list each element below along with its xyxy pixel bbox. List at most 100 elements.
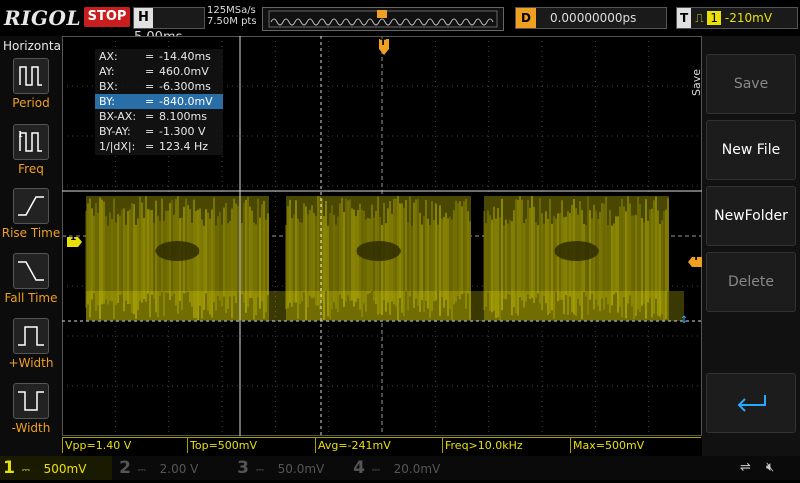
channel4-status[interactable]: 4 ⎓ 20.0mV	[350, 456, 462, 480]
period-label: Period	[12, 96, 50, 110]
cursor-value: 123.4 Hz	[159, 140, 209, 153]
cursor-value: -14.40ms	[159, 50, 211, 63]
channel3-status[interactable]: 3 ⎓ 50.0mV	[234, 456, 346, 480]
enter-return-icon	[737, 395, 766, 412]
cursor-key: BX-AX:	[99, 110, 137, 123]
enter-button[interactable]	[706, 373, 796, 433]
negative-width-label: -Width	[11, 421, 51, 435]
channel-status-bar: 1 ⎓ 500mV 2 ⎓ 2.00 V 3 ⎓ 50.0mV 4 ⎓ 20.0…	[0, 456, 800, 480]
measurement-freq[interactable]: Freq>10.0kHz	[442, 437, 570, 453]
cursor-equals: =	[145, 50, 155, 63]
channel4-scale: 20.0mV	[393, 462, 441, 476]
new-file-button[interactable]: New File	[706, 120, 796, 180]
measure-positive-width-button[interactable]: +Width	[0, 318, 62, 370]
cursor-value: -840.0mV	[159, 95, 213, 108]
measurement-top[interactable]: Top=500mV	[187, 437, 315, 453]
cursor-equals: =	[145, 95, 155, 108]
measurement-max[interactable]: Max=500mV	[570, 437, 701, 453]
cursor-key: 1/|dX|:	[99, 140, 136, 153]
measurement-avg[interactable]: Avg=-241mV	[315, 437, 442, 453]
channel1-number: 1	[3, 458, 15, 478]
measurement-bar: Vpp=1.40 V Top=500mV Avg=-241mV Freq>10.…	[62, 437, 702, 453]
channel1-status[interactable]: 1 ⎓ 500mV	[0, 456, 112, 480]
delay-readout[interactable]: D 0.00000000ps	[515, 7, 667, 29]
measure-fall-time-button[interactable]: Fall Time	[0, 253, 62, 305]
channel1-offset-marker[interactable]: 1	[67, 233, 83, 247]
trigger-source: 1	[707, 11, 722, 25]
cursor-key: AX:	[99, 50, 118, 63]
frequency-label: Freq	[18, 162, 44, 176]
cursor-equals: =	[145, 65, 155, 78]
new-folder-button[interactable]: NewFolder	[706, 186, 796, 246]
timebase-label: H	[134, 8, 153, 28]
positive-width-label: +Width	[8, 356, 54, 370]
cursor-equals: =	[145, 80, 155, 93]
cursor-equals: =	[145, 140, 155, 153]
memory-overview	[262, 7, 504, 31]
positive-width-icon	[13, 318, 49, 354]
channel2-number: 2	[119, 458, 131, 478]
channel1-offset-text: 1	[70, 233, 77, 243]
measure-frequency-button[interactable]: 1 Freq	[0, 124, 62, 176]
trigger-position-marker[interactable]: T	[378, 38, 390, 56]
measurement-vpp[interactable]: Vpp=1.40 V	[62, 437, 187, 453]
rise-time-icon	[13, 188, 49, 224]
cursor-equals: =	[145, 110, 155, 123]
run-stop-indicator[interactable]: STOP	[84, 7, 130, 27]
timebase-readout[interactable]: H5.00ms	[133, 7, 205, 45]
negative-width-icon	[13, 383, 49, 419]
measure-period-button[interactable]: Period	[0, 58, 62, 110]
cursor-value: -6.300ms	[159, 80, 211, 93]
speaker-muted-icon[interactable]: 🔇︎	[766, 456, 774, 480]
delete-button[interactable]: Delete	[706, 252, 796, 312]
trigger-level-marker[interactable]: T	[688, 253, 702, 267]
cursor-row-byay: BY-AY: = -1.300 V	[95, 124, 223, 139]
cursor-row-1dx: 1/|dX|: = 123.4 Hz	[95, 139, 223, 154]
trigger-edge-icon: ⎍	[695, 11, 704, 25]
channel4-coupling-icon: ⎓	[371, 465, 380, 476]
cursor-row-by: BY: = -840.0mV	[95, 94, 223, 109]
trigger-label: T	[677, 8, 692, 28]
trigger-readout[interactable]: T ⎍ 1 -210mV	[676, 7, 798, 29]
channel3-coupling-icon: ⎓	[255, 465, 264, 476]
cursor-readout-panel: AX: = -14.40ms AY: = 460.0mV BX: = -6.300ms BY: = -…	[95, 49, 223, 155]
rise-time-label: Rise Time	[1, 226, 61, 240]
trigger-level-text: T	[693, 253, 700, 263]
cursor-equals: =	[145, 125, 155, 138]
cursor-key: BY:	[99, 95, 115, 108]
memory-overview-waveform	[268, 10, 498, 28]
save-menu-title: Save	[690, 68, 703, 96]
svg-text:1: 1	[18, 130, 23, 139]
save-button[interactable]: Save	[706, 54, 796, 114]
memory-trigger-marker	[377, 10, 387, 18]
channel3-scale: 50.0mV	[277, 462, 325, 476]
cursor-value: 460.0mV	[159, 65, 209, 78]
left-menu-title: Horizontal	[3, 39, 65, 53]
channel4-number: 4	[353, 458, 365, 478]
acquisition-info: 125MSa/s 7.50M pts	[207, 5, 257, 27]
usb-icon: ⇌	[740, 460, 751, 475]
frequency-icon: 1	[13, 124, 49, 160]
measure-rise-time-button[interactable]: Rise Time	[0, 188, 62, 240]
cursor-key: AY:	[99, 65, 115, 78]
cursor-row-bx: BX: = -6.300ms	[95, 79, 223, 94]
measure-negative-width-button[interactable]: -Width	[0, 383, 62, 435]
delay-value: 0.00000000ps	[549, 11, 637, 25]
rigol-logo: RIGOL	[4, 6, 82, 30]
channel1-scale: 500mV	[43, 462, 87, 476]
cursor-key: BY-AY:	[99, 125, 131, 138]
cursor-drag-icon[interactable]: ↕	[680, 315, 688, 326]
trigger-position-text: T	[380, 38, 387, 48]
channel2-status[interactable]: 2 ⎓ 2.00 V	[116, 456, 228, 480]
channel2-scale: 2.00 V	[159, 462, 199, 476]
channel1-waveform	[85, 196, 684, 321]
cursor-value: -1.300 V	[159, 125, 206, 138]
cursor-value: 8.100ms	[159, 110, 207, 123]
cursor-key: BX:	[99, 80, 118, 93]
trigger-level: -210mV	[724, 11, 773, 25]
fall-time-icon	[13, 253, 49, 289]
channel1-coupling-icon: ⎓	[21, 465, 30, 476]
fall-time-label: Fall Time	[4, 291, 58, 305]
memory-depth: 7.50M pts	[207, 16, 257, 27]
period-icon	[13, 58, 49, 94]
